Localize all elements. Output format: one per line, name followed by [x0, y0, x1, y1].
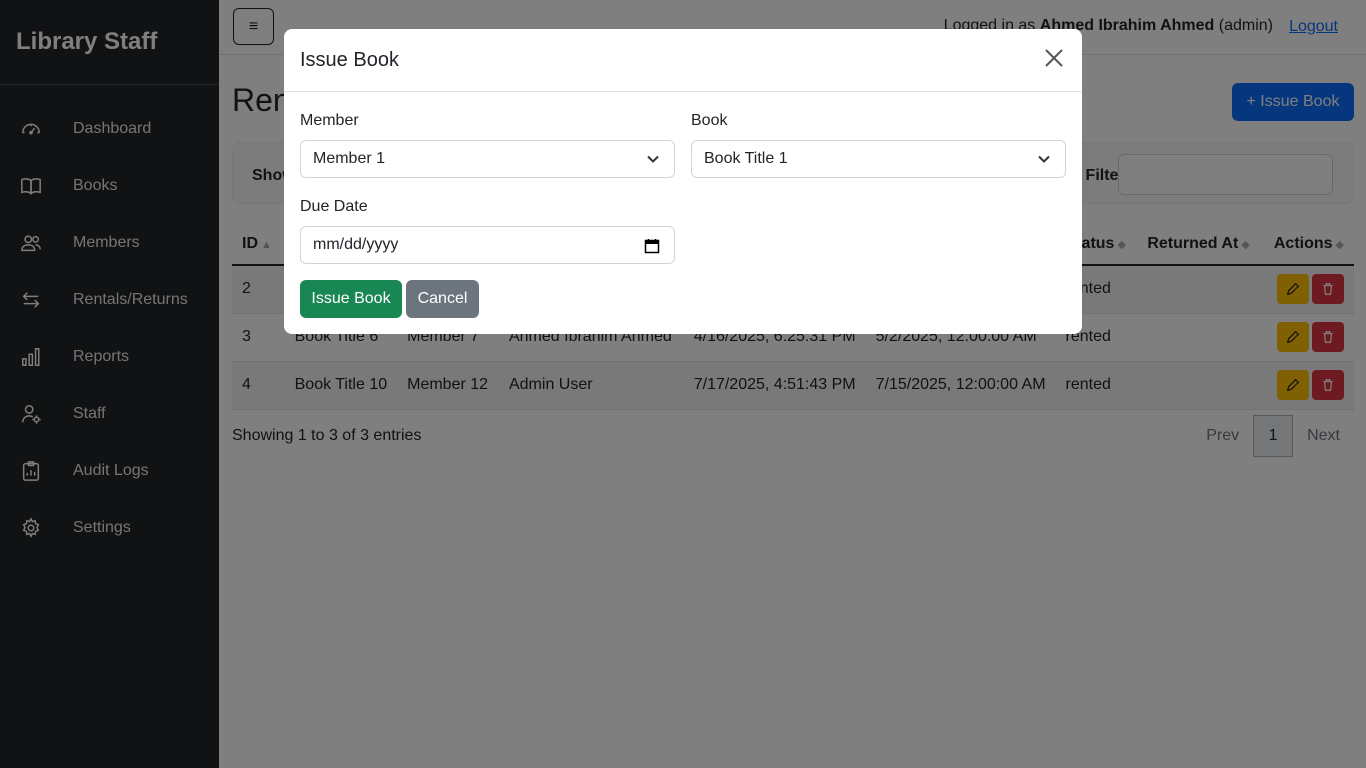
- book-label: Book: [691, 112, 728, 129]
- book-select[interactable]: Book Title 1: [691, 140, 1066, 178]
- due-date-placeholder: mm/dd/yyyy: [313, 236, 399, 253]
- cancel-button[interactable]: Cancel: [406, 280, 479, 318]
- member-select-value: Member 1: [313, 150, 386, 167]
- close-icon: [1045, 49, 1063, 67]
- modal-title: Issue Book: [300, 49, 399, 71]
- close-button[interactable]: [1044, 48, 1068, 72]
- due-date-input[interactable]: mm/dd/yyyy: [300, 226, 675, 264]
- member-label: Member: [300, 112, 359, 129]
- due-date-label: Due Date: [300, 198, 368, 215]
- submit-issue-book-button[interactable]: Issue Book: [300, 280, 402, 318]
- issue-book-modal: Issue Book Member Member 1 Book Book Tit…: [284, 29, 1082, 334]
- calendar-icon[interactable]: [644, 238, 660, 254]
- modal-header: Issue Book: [284, 29, 1082, 92]
- chevron-down-icon: [646, 152, 660, 166]
- book-select-value: Book Title 1: [704, 150, 788, 167]
- chevron-down-icon: [1037, 152, 1051, 166]
- member-select[interactable]: Member 1: [300, 140, 675, 178]
